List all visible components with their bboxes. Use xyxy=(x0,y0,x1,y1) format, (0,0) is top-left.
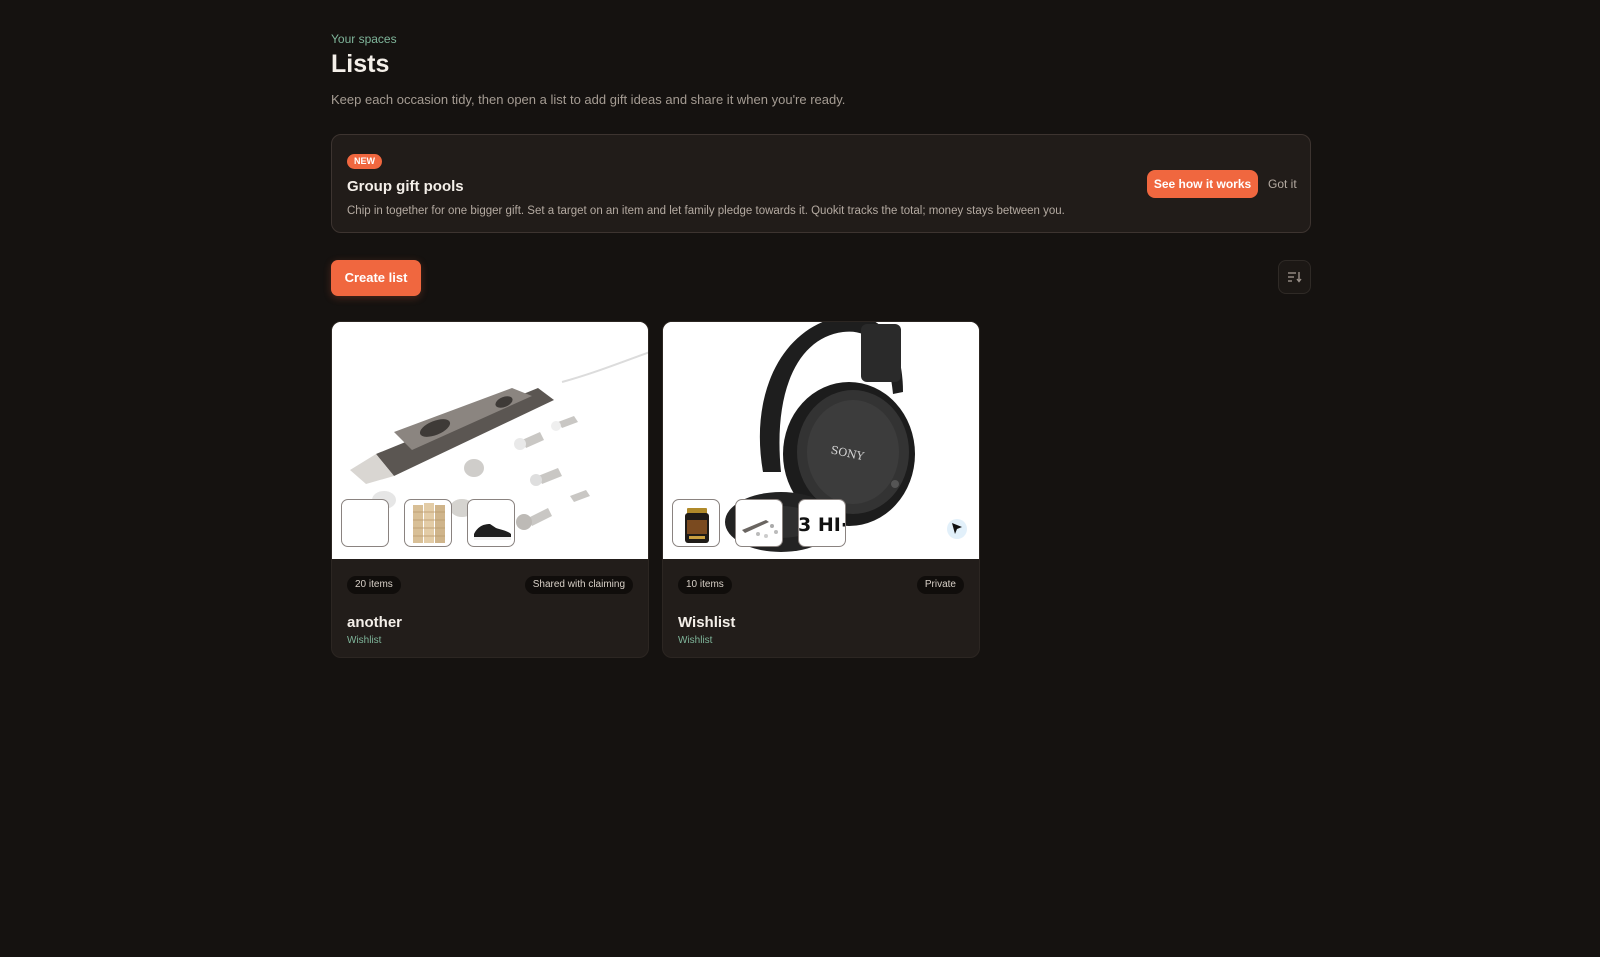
new-badge: NEW xyxy=(347,154,382,169)
list-card-wishlist[interactable]: SONY 3 HI· 10 items Private Wishlist Wis… xyxy=(662,321,980,658)
supplement-jar-thumbnail xyxy=(672,499,720,547)
nail-drill-kit-image xyxy=(332,322,648,559)
banner-description: Chip in together for one bigger gift. Se… xyxy=(347,205,1065,217)
thumbnail-strip: 3 HI· xyxy=(672,499,846,547)
sort-icon xyxy=(1288,272,1302,283)
list-card-another[interactable]: 20 items Shared with claiming another Wi… xyxy=(331,321,649,658)
breadcrumb[interactable]: Your spaces xyxy=(331,32,397,46)
item-count-badge: 20 items xyxy=(347,576,401,594)
create-list-button[interactable]: Create list xyxy=(331,260,421,296)
sharing-status-badge: Private xyxy=(916,576,964,594)
blank-thumbnail xyxy=(341,499,389,547)
feature-banner: NEW Group gift pools Chip in together fo… xyxy=(331,134,1311,233)
banner-title: Group gift pools xyxy=(347,178,464,195)
list-name: another xyxy=(347,614,403,631)
page-title: Lists xyxy=(331,50,390,78)
nail-drill-thumbnail xyxy=(735,499,783,547)
page-subtitle: Keep each occasion tidy, then open a lis… xyxy=(331,92,846,107)
list-type: Wishlist xyxy=(678,635,713,646)
see-how-it-works-button[interactable]: See how it works xyxy=(1147,170,1258,198)
sort-button[interactable] xyxy=(1278,260,1311,294)
list-name: Wishlist xyxy=(678,614,736,631)
sneaker-thumbnail xyxy=(467,499,515,547)
list-type: Wishlist xyxy=(347,635,382,646)
svg-text:3 HI·: 3 HI· xyxy=(799,514,846,536)
got-it-button[interactable]: Got it xyxy=(1268,177,1297,191)
sharing-status-badge: Shared with claiming xyxy=(524,576,633,594)
room-divider-thumbnail xyxy=(404,499,452,547)
sony-headphones-image: SONY 3 HI· xyxy=(663,322,979,559)
pointer-cursor-icon xyxy=(947,519,967,539)
thumbnail-strip xyxy=(341,499,515,547)
logo-thumbnail: 3 HI· xyxy=(798,499,846,547)
item-count-badge: 10 items xyxy=(678,576,732,594)
